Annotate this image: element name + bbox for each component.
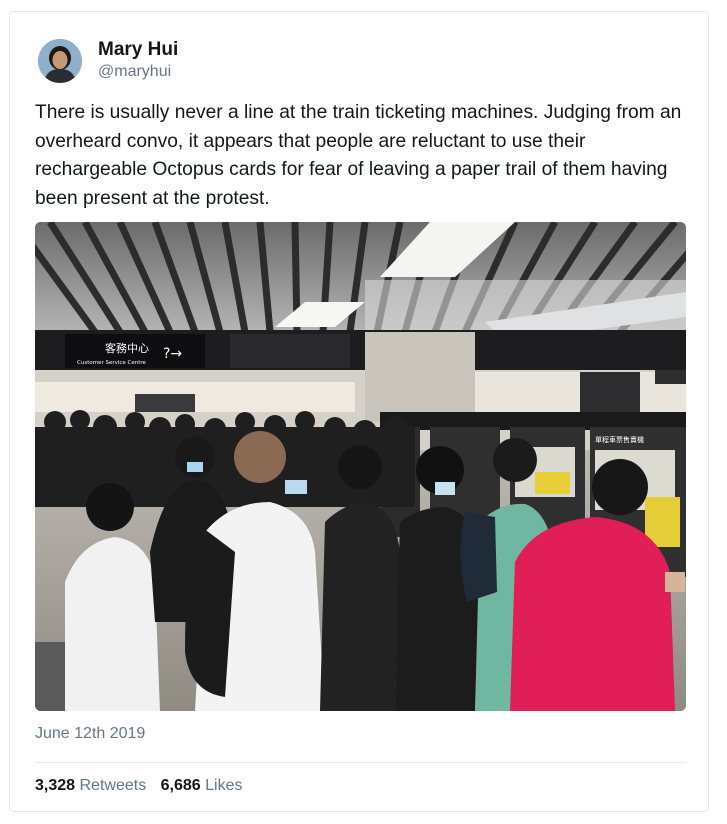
help-arrow-icon: ?→ [163,346,182,362]
retweets-label: Retweets [79,777,147,794]
machine-sign: 單程車票售賣機 [595,435,644,444]
likes-label: Likes [205,777,243,794]
author-name[interactable]: Mary Hui [98,39,178,61]
avatar-image [38,39,82,83]
retweets-count: 3,328 [35,777,76,794]
sign-english: Customer Service Centre [77,360,147,366]
tweet-card: Mary Hui @maryhui There is usually never… [9,11,709,812]
author-avatar[interactable] [38,39,82,83]
author-handle[interactable]: @maryhui [98,63,171,81]
likes-stat[interactable]: 6,686 Likes [161,777,243,794]
tweet-text: There is usually never a line at the tra… [35,102,682,209]
stats-divider [35,762,686,763]
retweets-stat[interactable]: 3,328 Retweets [35,777,146,794]
sign-chinese: 客務中心 [105,341,149,355]
tweet-stats: 3,328 Retweets 6,686 Likes [35,777,253,795]
photo-crowd-station: 客務中心 Customer Service Centre ?→ 單程車票售賣機 [35,222,686,711]
tweet-date[interactable]: June 12th 2019 [35,725,145,743]
tweet-photo[interactable]: 客務中心 Customer Service Centre ?→ 單程車票售賣機 [35,222,686,711]
likes-count: 6,686 [160,777,201,794]
